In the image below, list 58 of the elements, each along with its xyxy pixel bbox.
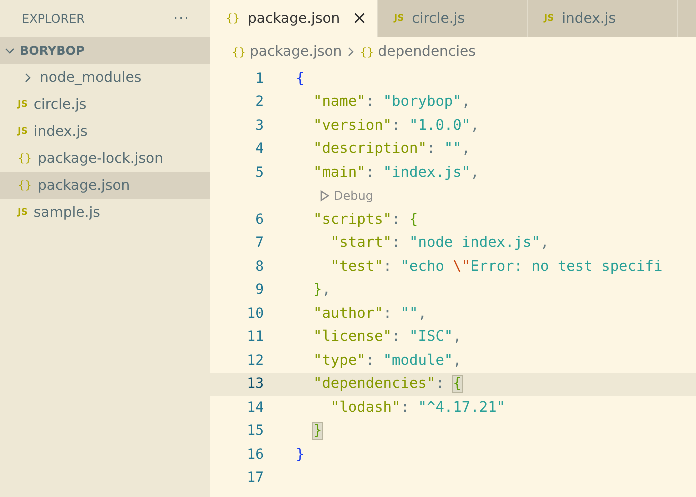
code-line: "version": "1.0.0", — [312, 118, 480, 134]
code-line: } — [296, 446, 305, 463]
braces-icon: {} — [18, 152, 32, 165]
braces-icon: {} — [232, 46, 246, 58]
line-number: 14 — [246, 400, 264, 416]
file-tree-item[interactable]: node_modules — [0, 64, 210, 91]
line-number: 1 — [254, 70, 264, 87]
code-line: }, — [312, 282, 331, 298]
code-line: "lodash": "^4.17.21" — [330, 400, 506, 416]
close-icon[interactable]: × — [352, 8, 368, 29]
file-tree-item[interactable]: {} package.json — [0, 172, 210, 199]
debug-codelens[interactable]: Debug — [320, 189, 374, 204]
code-line: "scripts": { — [312, 212, 418, 228]
line-number: 15 — [246, 423, 264, 440]
line-number: 7 — [254, 235, 264, 252]
file-tree-item[interactable]: JS sample.js — [0, 199, 210, 226]
file-tree-item[interactable]: JS index.js — [0, 118, 210, 145]
chevron-right-icon — [346, 46, 356, 58]
js-file-icon: JS — [544, 14, 554, 24]
file-tree-item[interactable]: {} package-lock.json — [0, 145, 210, 172]
code-line: "test": "echo \"Error: no test specifi — [330, 258, 663, 275]
editor-tab[interactable]: {} package.json × — [210, 0, 378, 37]
file-tree-item[interactable]: JS circle.js — [0, 91, 210, 118]
more-actions-button[interactable]: ··· — [174, 10, 190, 26]
code-line: "start": "node index.js", — [330, 235, 550, 252]
line-number: 4 — [254, 141, 264, 158]
line-number: 9 — [254, 282, 264, 298]
code-line: "author": "", — [312, 306, 427, 322]
play-icon — [320, 190, 330, 202]
line-number: 6 — [254, 212, 264, 228]
code-line: "type": "module", — [312, 352, 462, 369]
line-number: 5 — [254, 164, 264, 181]
line-number: 16 — [246, 446, 264, 463]
explorer-title: EXPLORER — [22, 12, 85, 26]
js-file-icon: JS — [18, 208, 28, 218]
code-line: "main": "index.js", — [312, 164, 480, 181]
code-line: { — [296, 70, 305, 87]
js-file-icon: JS — [18, 126, 28, 136]
line-number: 12 — [246, 352, 264, 369]
braces-icon: {} — [18, 179, 32, 192]
line-number: 11 — [246, 329, 264, 346]
line-number: 10 — [246, 306, 264, 322]
line-number: 13 — [246, 376, 264, 392]
breadcrumb-item[interactable]: dependencies — [378, 44, 476, 60]
code-line: "description": "", — [312, 141, 471, 158]
js-file-icon: JS — [394, 14, 404, 24]
code-line: "name": "borybop", — [312, 94, 471, 110]
breadcrumb-item[interactable]: package.json — [250, 44, 342, 60]
code-line: "license": "ISC", — [312, 329, 462, 346]
js-file-icon: JS — [18, 100, 28, 110]
line-number: 8 — [254, 258, 264, 275]
line-number: 17 — [246, 470, 264, 486]
code-line: "dependencies": { — [312, 376, 462, 392]
braces-icon: {} — [360, 46, 374, 58]
braces-icon: {} — [226, 12, 240, 25]
folder-header[interactable]: BORYBOP — [0, 37, 210, 64]
line-number: 3 — [254, 118, 264, 134]
line-number: 2 — [254, 94, 264, 110]
